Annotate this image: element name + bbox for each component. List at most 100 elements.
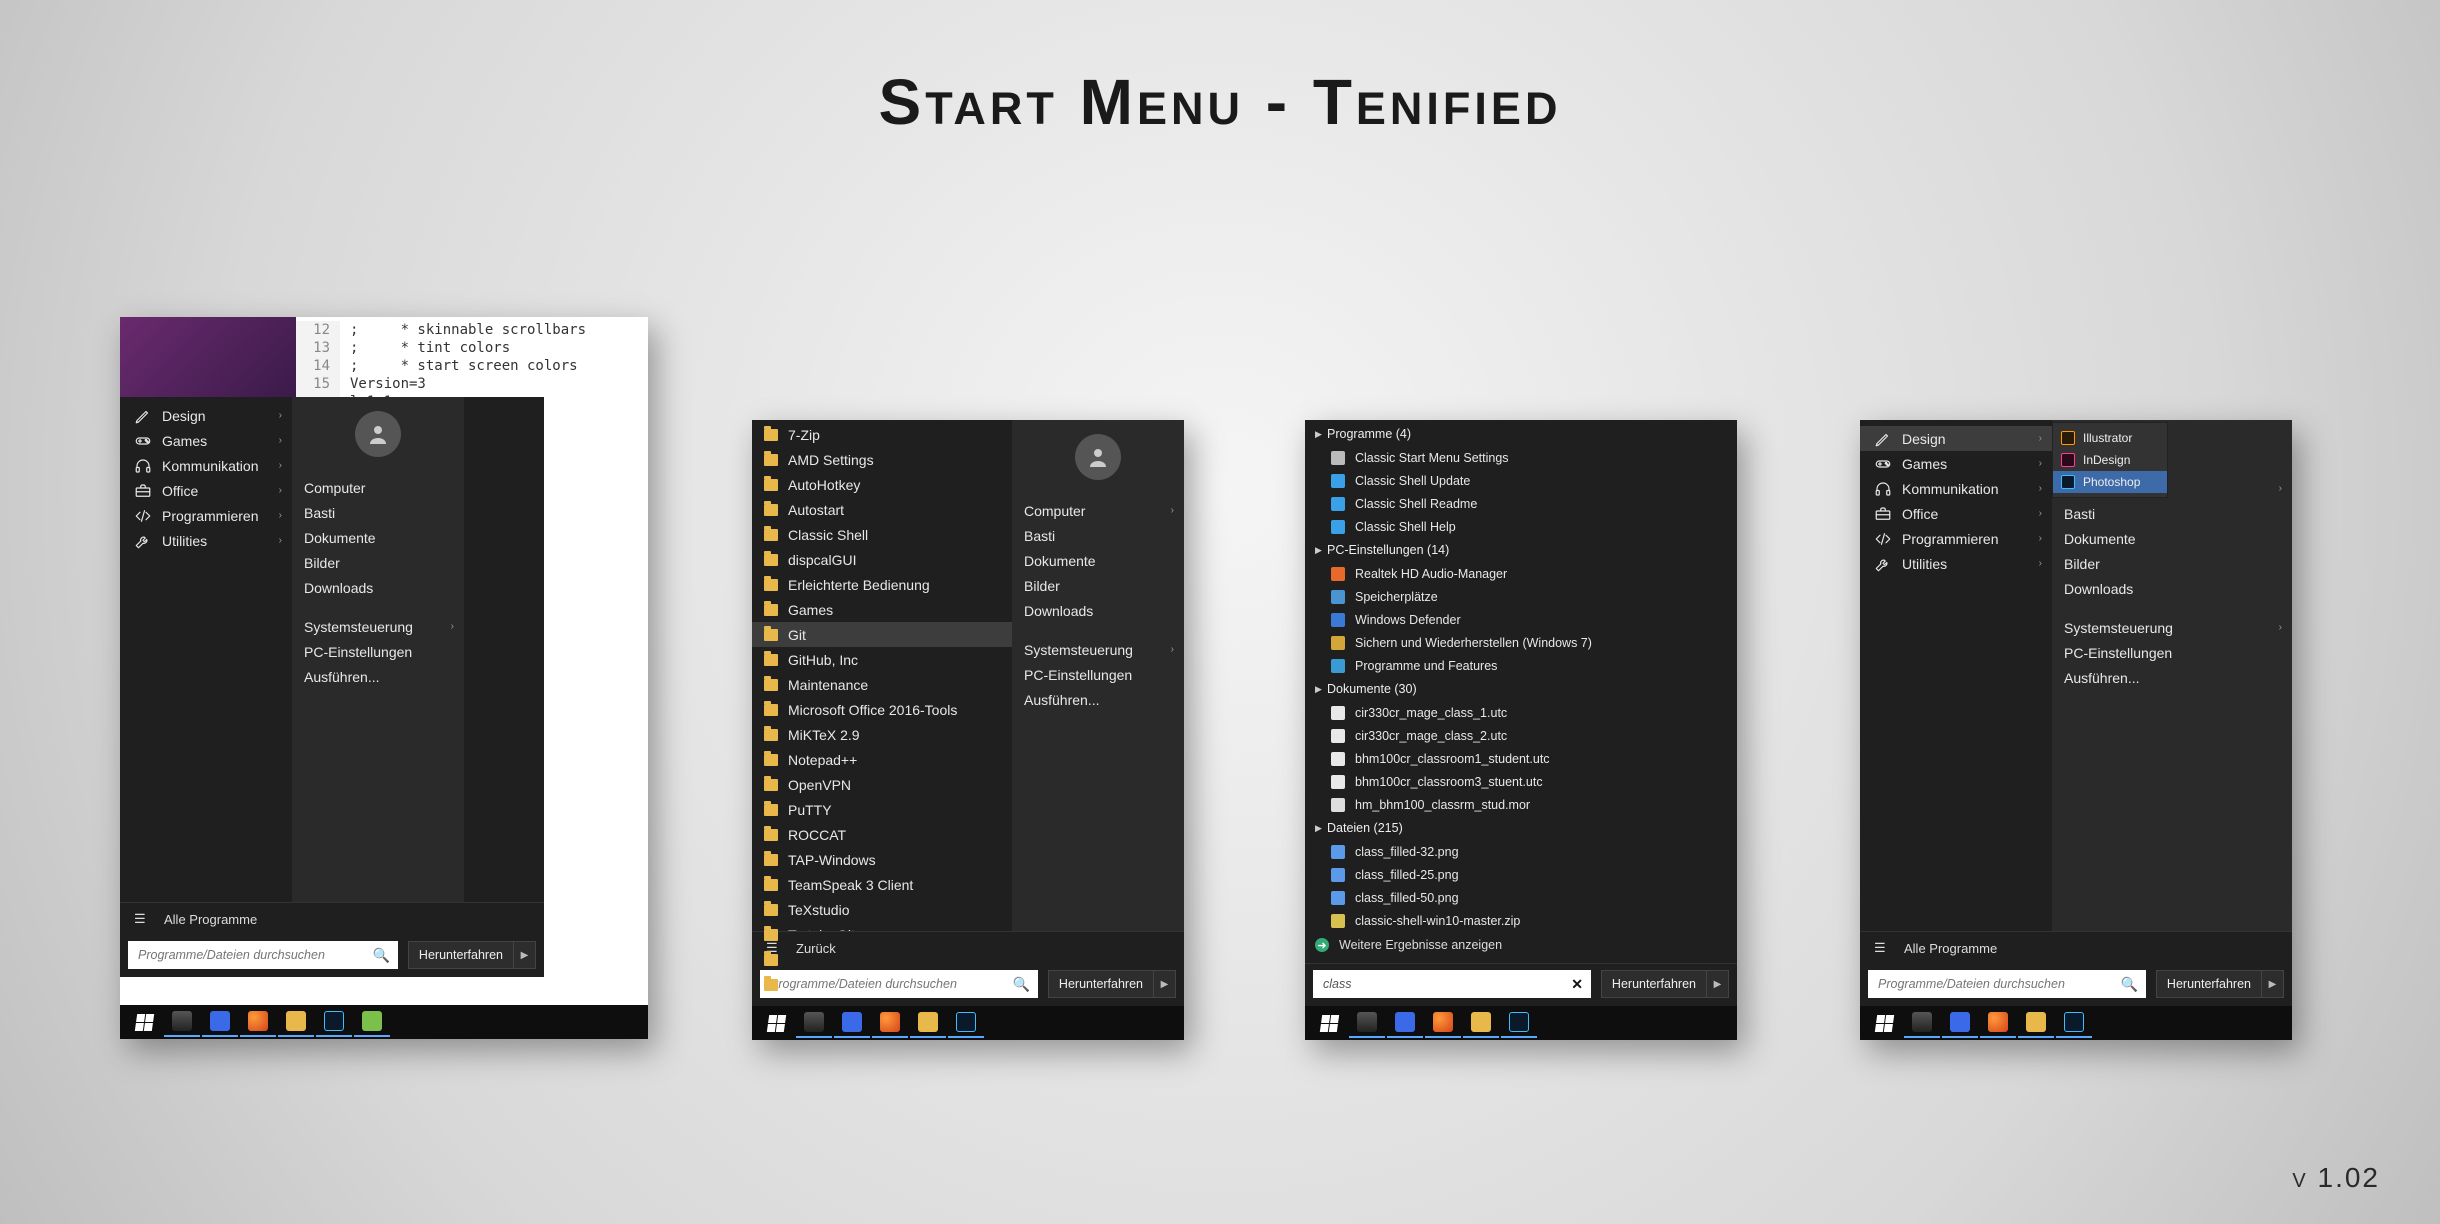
- taskbar-item-fox[interactable]: [164, 1007, 200, 1037]
- taskbar-item-cloud[interactable]: [834, 1008, 870, 1038]
- search-result[interactable]: hm_bhm100_classrm_stud.mor: [1305, 793, 1737, 816]
- search-input[interactable]: [1876, 976, 2120, 992]
- program-folder[interactable]: Notepad++: [752, 747, 1012, 772]
- link-downloads[interactable]: Downloads: [1012, 598, 1184, 623]
- back-row[interactable]: ☰ Zurück: [752, 932, 1184, 964]
- program-folder[interactable]: TeXstudio: [752, 897, 1012, 922]
- clear-search-icon[interactable]: ✕: [1571, 976, 1583, 993]
- category-design[interactable]: Design ›: [120, 403, 292, 428]
- category-utilities[interactable]: Utilities ›: [120, 528, 292, 553]
- program-folder[interactable]: Git: [752, 622, 1012, 647]
- link-basti[interactable]: Basti: [292, 500, 464, 525]
- link-ausf-hren-[interactable]: Ausführen...: [1012, 687, 1184, 712]
- search-result[interactable]: bhm100cr_classroom1_student.utc: [1305, 747, 1737, 770]
- link-basti[interactable]: Basti: [2052, 501, 2292, 526]
- taskbar-item-firefox[interactable]: [1425, 1008, 1461, 1038]
- search-result[interactable]: Speicherplätze: [1305, 585, 1737, 608]
- taskbar-item-np[interactable]: [354, 1007, 390, 1037]
- link-basti[interactable]: Basti: [1012, 523, 1184, 548]
- program-folder[interactable]: dispcalGUI: [752, 547, 1012, 572]
- program-folder[interactable]: Microsoft Office 2016-Tools: [752, 697, 1012, 722]
- link-pc-einstellungen[interactable]: PC-Einstellungen: [292, 639, 464, 664]
- search-result[interactable]: cir330cr_mage_class_1.utc: [1305, 701, 1737, 724]
- program-folder[interactable]: GitHub, Inc: [752, 647, 1012, 672]
- search-result[interactable]: cir330cr_mage_class_2.utc: [1305, 724, 1737, 747]
- link-bilder[interactable]: Bilder: [2052, 551, 2292, 576]
- search-result[interactable]: class_filled-50.png: [1305, 886, 1737, 909]
- link-bilder[interactable]: Bilder: [292, 550, 464, 575]
- search-input[interactable]: [768, 976, 1012, 992]
- search-result[interactable]: classic-shell-win10-master.zip: [1305, 909, 1737, 932]
- all-programs-row[interactable]: ☰ Alle Programme: [120, 903, 544, 935]
- category-kommunikation[interactable]: Kommunikation ›: [1860, 476, 2052, 501]
- category-utilities[interactable]: Utilities ›: [1860, 551, 2052, 576]
- search-result[interactable]: class_filled-25.png: [1305, 863, 1737, 886]
- taskbar-item-ps[interactable]: [1501, 1008, 1537, 1038]
- category-games[interactable]: Games ›: [1860, 451, 2052, 476]
- category-kommunikation[interactable]: Kommunikation ›: [120, 453, 292, 478]
- search-result[interactable]: class_filled-32.png: [1305, 840, 1737, 863]
- search-box[interactable]: 🔍: [128, 941, 398, 969]
- search-result[interactable]: Classic Start Menu Settings: [1305, 446, 1737, 469]
- program-folder[interactable]: Games: [752, 597, 1012, 622]
- search-result[interactable]: Sichern und Wiederherstellen (Windows 7): [1305, 631, 1737, 654]
- link-systemsteuerung[interactable]: Systemsteuerung›: [2052, 615, 2292, 640]
- program-folder[interactable]: TAP-Windows: [752, 847, 1012, 872]
- taskbar-item-fox[interactable]: [1904, 1008, 1940, 1038]
- program-folder[interactable]: AMD Settings: [752, 447, 1012, 472]
- link-bilder[interactable]: Bilder: [1012, 573, 1184, 598]
- result-group-header[interactable]: ▶ PC-Einstellungen (14): [1305, 538, 1737, 562]
- all-programs-row[interactable]: ☰ Alle Programme: [1860, 932, 2292, 964]
- taskbar-item-files[interactable]: [1463, 1008, 1499, 1038]
- category-office[interactable]: Office ›: [1860, 501, 2052, 526]
- shutdown-button[interactable]: Herunterfahren: [2156, 970, 2262, 998]
- taskbar-item-fox[interactable]: [1349, 1008, 1385, 1038]
- search-result[interactable]: Classic Shell Update: [1305, 469, 1737, 492]
- program-folder[interactable]: Erleichterte Bedienung: [752, 572, 1012, 597]
- search-input[interactable]: [1321, 976, 1571, 992]
- shutdown-options[interactable]: ▶: [514, 941, 536, 969]
- search-input[interactable]: [136, 947, 372, 963]
- taskbar-item-firefox[interactable]: [1980, 1008, 2016, 1038]
- search-result[interactable]: Windows Defender: [1305, 608, 1737, 631]
- shutdown-button[interactable]: Herunterfahren: [408, 941, 514, 969]
- taskbar-item-files[interactable]: [910, 1008, 946, 1038]
- shutdown-button[interactable]: Herunterfahren: [1601, 970, 1707, 998]
- flyout-item-indesign[interactable]: InDesign: [2053, 449, 2167, 471]
- program-folder[interactable]: PuTTY: [752, 797, 1012, 822]
- link-ausf-hren-[interactable]: Ausführen...: [2052, 665, 2292, 690]
- program-folder[interactable]: AutoHotkey: [752, 472, 1012, 497]
- category-programmieren[interactable]: Programmieren ›: [120, 503, 292, 528]
- search-result[interactable]: Realtek HD Audio-Manager: [1305, 562, 1737, 585]
- link-downloads[interactable]: Downloads: [2052, 576, 2292, 601]
- taskbar-item-ps[interactable]: [2056, 1008, 2092, 1038]
- search-box[interactable]: ✕: [1313, 970, 1591, 998]
- link-downloads[interactable]: Downloads: [292, 575, 464, 600]
- taskbar-item-win[interactable]: [758, 1008, 794, 1038]
- program-folder[interactable]: 7-Zip: [752, 422, 1012, 447]
- taskbar-item-fox[interactable]: [796, 1008, 832, 1038]
- program-folder[interactable]: ROCCAT: [752, 822, 1012, 847]
- link-pc-einstellungen[interactable]: PC-Einstellungen: [2052, 640, 2292, 665]
- search-result[interactable]: Programme und Features: [1305, 654, 1737, 677]
- taskbar-item-win[interactable]: [126, 1007, 162, 1037]
- category-programmieren[interactable]: Programmieren ›: [1860, 526, 2052, 551]
- result-group-header[interactable]: ▶ Programme (4): [1305, 422, 1737, 446]
- link-pc-einstellungen[interactable]: PC-Einstellungen: [1012, 662, 1184, 687]
- link-computer[interactable]: Computer›: [1012, 498, 1184, 523]
- flyout-item-photoshop[interactable]: Photoshop: [2053, 471, 2167, 493]
- taskbar-item-firefox[interactable]: [872, 1008, 908, 1038]
- user-avatar[interactable]: [1075, 434, 1121, 480]
- link-ausf-hren-[interactable]: Ausführen...: [292, 664, 464, 689]
- taskbar-item-files[interactable]: [2018, 1008, 2054, 1038]
- search-result[interactable]: Classic Shell Help: [1305, 515, 1737, 538]
- program-folder[interactable]: TeamSpeak 3 Client: [752, 872, 1012, 897]
- link-dokumente[interactable]: Dokumente: [292, 525, 464, 550]
- search-box[interactable]: 🔍: [1868, 970, 2146, 998]
- taskbar-item-cloud[interactable]: [1387, 1008, 1423, 1038]
- shutdown-options[interactable]: ▶: [1707, 970, 1729, 998]
- result-group-header[interactable]: ▶ Dokumente (30): [1305, 677, 1737, 701]
- search-result[interactable]: bhm100cr_classroom3_stuent.utc: [1305, 770, 1737, 793]
- link-systemsteuerung[interactable]: Systemsteuerung›: [1012, 637, 1184, 662]
- taskbar-item-cloud[interactable]: [1942, 1008, 1978, 1038]
